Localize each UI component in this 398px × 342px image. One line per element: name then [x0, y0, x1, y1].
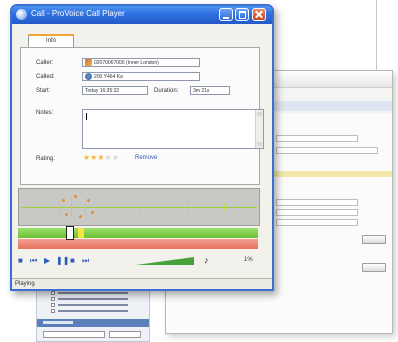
called-field[interactable]: 200 Y464 Ka: [82, 72, 200, 81]
status-bar: Playing: [12, 278, 272, 289]
waveform-peak: [85, 199, 86, 216]
close-button[interactable]: [252, 8, 266, 21]
star-icon[interactable]: ★: [112, 153, 119, 162]
record-icon[interactable]: ■: [70, 256, 75, 266]
track-highlight: [78, 228, 84, 238]
scroll-down-icon[interactable]: [257, 142, 262, 146]
waveform-peak: [59, 200, 60, 215]
background-section-header: [37, 319, 149, 327]
playback-timeline[interactable]: [18, 226, 258, 250]
waveform-peak: [71, 197, 72, 217]
pause-icon[interactable]: ❚❚: [56, 256, 69, 266]
star-icon[interactable]: ★: [97, 153, 104, 162]
rating-label: Rating:: [36, 156, 56, 162]
called-label: Called:: [36, 74, 55, 80]
background-field: [276, 209, 358, 216]
waveform-marker: [87, 199, 90, 202]
caller-label: Caller:: [36, 60, 54, 66]
background-field: [276, 219, 358, 226]
background-field: [276, 135, 358, 142]
call-player-window: Call - ProVoice Call Player Info Caller:…: [10, 4, 274, 291]
star-icon[interactable]: ★: [105, 153, 112, 162]
next-icon[interactable]: ⏭: [82, 256, 89, 266]
called-track: [18, 239, 258, 249]
app-icon: [16, 9, 27, 20]
background-list-item: [51, 309, 131, 313]
playhead-handle[interactable]: [66, 226, 74, 240]
stop-icon[interactable]: ■: [18, 256, 23, 266]
start-label: Start:: [36, 88, 51, 94]
background-list-item: [51, 291, 131, 295]
volume-percent: 1%: [244, 257, 253, 263]
background-list-item: [51, 297, 131, 301]
tab-info[interactable]: Info: [28, 34, 74, 48]
scroll-up-icon[interactable]: [257, 112, 262, 116]
previous-icon[interactable]: ⏮: [30, 256, 37, 266]
remove-rating-link[interactable]: Remove: [135, 155, 157, 161]
waveform-display[interactable]: [18, 188, 260, 226]
text-cursor: [86, 113, 87, 120]
caller-field[interactable]: 02070067000 (Inner London): [82, 58, 200, 67]
caller-track: [18, 228, 258, 238]
phone-icon: [85, 59, 92, 66]
waveform-peak: [187, 201, 188, 213]
background-list-item: [51, 303, 131, 307]
notes-label: Notes:: [36, 110, 54, 116]
caller-value: 02070067000 (Inner London): [94, 60, 159, 66]
waveform-marker: [65, 213, 68, 216]
maximize-button[interactable]: [235, 8, 249, 21]
background-input: [43, 331, 105, 338]
duration-label: Duration:: [154, 88, 179, 94]
notes-scrollbar[interactable]: [255, 110, 263, 148]
volume-slider[interactable]: [136, 257, 194, 265]
waveform-marker: [91, 211, 94, 214]
waveform-marker: [62, 199, 65, 202]
background-field: [276, 199, 358, 206]
waveform-peak: [139, 202, 140, 212]
speaker-icon[interactable]: ♪: [204, 255, 209, 265]
background-input: [109, 331, 141, 338]
duration-field[interactable]: 3m 21s: [190, 86, 230, 95]
notes-textarea[interactable]: [82, 109, 264, 149]
waveform-marker: [74, 195, 77, 198]
background-button: [362, 235, 386, 244]
window-title: Call - ProVoice Call Player: [31, 9, 125, 18]
background-button: [362, 263, 386, 272]
waveform-marker: [79, 215, 82, 218]
start-field[interactable]: Today 16:35:32: [82, 86, 148, 95]
called-value: 200 Y464 Ka: [94, 74, 123, 80]
play-icon[interactable]: ▶: [44, 256, 50, 266]
title-bar[interactable]: Call - ProVoice Call Player: [12, 6, 272, 24]
rating-stars[interactable]: ★★★★★: [83, 153, 119, 162]
network-icon: [85, 73, 92, 80]
background-left-panel: [36, 284, 150, 342]
waveform-peak: [224, 203, 225, 211]
background-divider: [376, 0, 377, 78]
minimize-button[interactable]: [219, 8, 233, 21]
background-field: [276, 147, 378, 154]
player-controls: ■ ⏮ ▶ ❚❚ ■ ⏭ ♪ 1%: [18, 254, 262, 268]
